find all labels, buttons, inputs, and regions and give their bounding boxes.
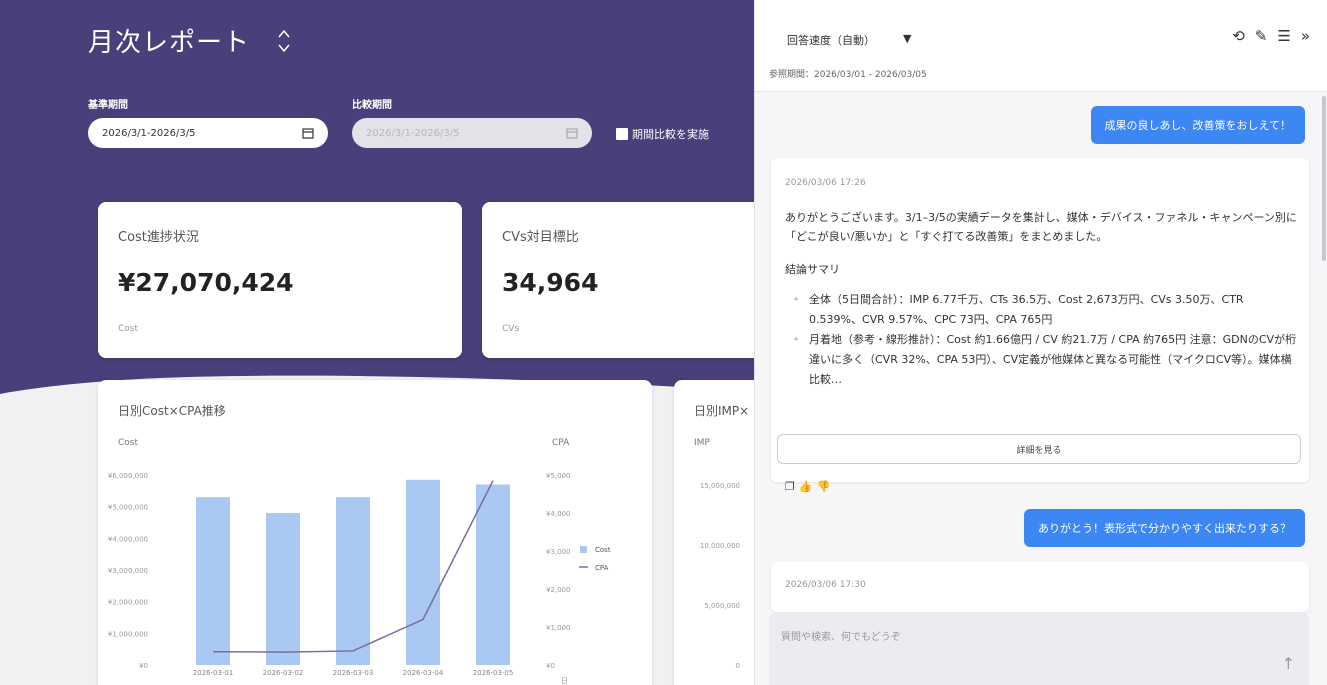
- base-period-value: 2026/3/1-2026/3/5: [102, 127, 196, 139]
- calendar-icon[interactable]: [302, 127, 314, 139]
- edit-icon[interactable]: ✎: [1255, 28, 1268, 44]
- ai-response-card: 2026/03/06 17:30: [771, 562, 1309, 612]
- cost-bar: [476, 484, 510, 665]
- imp-axis-tick: 10,000,000: [700, 542, 740, 550]
- calendar-icon: [566, 128, 578, 139]
- header-icon-group: ⟲ ✎ ☰ »: [1232, 28, 1310, 44]
- dashboard: 月次レポート 基準期間 2026/3/1-2026/3/5 比較期間 2026/…: [0, 0, 760, 685]
- compare-checkbox-label: 期間比較を実施: [632, 128, 709, 141]
- imp-axis-tick: 15,000,000: [700, 482, 740, 490]
- compare-period-label: 比較期間: [352, 100, 392, 111]
- base-period-input[interactable]: 2026/3/1-2026/3/5: [88, 118, 328, 148]
- user-message: 成果の良しあし、改善策をおしえて！: [1090, 106, 1305, 144]
- kpi-unit: Cost: [118, 324, 139, 334]
- speed-select[interactable]: 回答速度（自動） ▼: [787, 32, 911, 48]
- chat-input-placeholder: 質問や検索、何でもどうぞ: [781, 632, 901, 643]
- message-timestamp: 2026/03/06 17:26: [785, 178, 866, 188]
- cost-bar: [266, 513, 300, 665]
- filter-icon[interactable]: ☰: [1277, 28, 1290, 44]
- legend-cost-swatch: [580, 546, 587, 553]
- view-details-button[interactable]: 詳細を見る: [777, 434, 1301, 464]
- send-icon[interactable]: ↑: [1282, 654, 1295, 673]
- kpi-title: CVs対目標比: [502, 230, 579, 245]
- ai-response-intro: ありがとうございます。3/1–3/5の実績データを集計し、媒体・デバイス・ファネ…: [785, 211, 1297, 243]
- chat-panel: 回答速度（自動） ▼ 参照期間：2026/03/01 - 2026/03/05 …: [754, 0, 1327, 685]
- right-axis-tick: ¥1,000: [546, 624, 571, 632]
- chat-input-box[interactable]: 質問や検索、何でもどうぞ ↑: [769, 612, 1309, 685]
- collapse-icon[interactable]: »: [1301, 28, 1310, 44]
- scrollbar[interactable]: [1322, 96, 1326, 261]
- kpi-value: ¥27,070,424: [118, 268, 294, 297]
- copy-icon[interactable]: ❐: [785, 480, 795, 493]
- kpi-card-cost: Cost進捗状況 ¥27,070,424 Cost: [98, 202, 462, 358]
- cost-bar: [196, 497, 230, 665]
- x-axis-tick: 2026-03-05: [473, 669, 514, 677]
- list-item: 月着地（参考・線形推計）：Cost 約1.66億円 / CV 約21.7万 / …: [787, 330, 1297, 390]
- left-axis-tick: ¥5,000,000: [108, 504, 148, 512]
- left-axis-tick: ¥1,000,000: [108, 630, 148, 638]
- right-axis-tick: ¥2,000: [546, 586, 571, 594]
- message-timestamp: 2026/03/06 17:30: [785, 580, 866, 590]
- cost-bar: [406, 479, 440, 665]
- imp-axis-tick: 0: [736, 662, 740, 670]
- left-axis-tick: ¥2,000,000: [108, 599, 148, 607]
- summary-heading: 結論サマリ: [785, 263, 840, 276]
- compare-checkbox-wrap[interactable]: 期間比較を実施: [616, 126, 709, 142]
- compare-checkbox[interactable]: [616, 128, 628, 140]
- kpi-value: 34,964: [502, 268, 599, 297]
- history-icon[interactable]: ⟲: [1232, 28, 1245, 44]
- cost-cpa-chart: ¥0 ¥1,000,000 ¥2,000,000 ¥3,000,000 ¥4,000,0…: [108, 472, 611, 685]
- summary-list: 全体（5日間合計）：IMP 6.77千万、CTs 36.5万、Cost 2,67…: [787, 290, 1297, 390]
- imp-chart-card: 日別IMP× IMP 0 5,000,000 10,000,000 15,000,00…: [674, 380, 760, 685]
- left-axis-tick: ¥4,000,000: [108, 535, 148, 543]
- kpi-title: Cost進捗状況: [118, 230, 199, 245]
- right-axis-tick: ¥4,000: [546, 510, 571, 518]
- base-period-label: 基準期間: [88, 100, 128, 111]
- x-axis-tick: 2026-03-03: [333, 669, 374, 677]
- compare-period-value: 2026/3/1-2026/3/5: [366, 127, 460, 139]
- feedback-icons: ❐ 👍 👎: [785, 480, 830, 493]
- legend-cpa-label: CPA: [595, 564, 609, 572]
- sort-toggle-icon[interactable]: [274, 24, 294, 58]
- left-axis-tick: ¥0: [139, 662, 148, 670]
- left-axis-tick: ¥3,000,000: [108, 567, 148, 575]
- compare-period-input[interactable]: 2026/3/1-2026/3/5: [352, 118, 592, 148]
- list-item: 全体（5日間合計）：IMP 6.77千万、CTs 36.5万、Cost 2,67…: [787, 290, 1297, 330]
- legend-cost-label: Cost: [595, 546, 611, 554]
- thumbs-down-icon[interactable]: 👎: [817, 480, 831, 493]
- imp-chart: 0 5,000,000 10,000,000 15,000,000: [700, 482, 740, 670]
- x-axis-tick: 2026-03-02: [263, 669, 304, 677]
- dropdown-arrow-icon[interactable]: ▼: [903, 32, 911, 48]
- left-axis-tick: ¥6,000,000: [108, 472, 148, 480]
- imp-axis-tick: 5,000,000: [704, 602, 740, 610]
- chat-header: 回答速度（自動） ▼ 参照期間：2026/03/01 - 2026/03/05 …: [755, 0, 1327, 92]
- right-axis-tick: ¥3,000: [546, 548, 571, 556]
- speed-select-label: 回答速度（自動）: [787, 34, 875, 47]
- thumbs-up-icon[interactable]: 👍: [799, 480, 813, 493]
- cost-cpa-chart-card: 日別Cost×CPA推移 Cost CPA ¥0 ¥1,000,000 ¥2,000…: [98, 380, 652, 685]
- x-axis-tick: 2026-03-04: [403, 669, 444, 677]
- kpi-unit: CVs: [502, 324, 520, 334]
- cost-bar: [336, 497, 370, 665]
- page-title: 月次レポート: [88, 28, 251, 58]
- reference-period: 参照期間：2026/03/01 - 2026/03/05: [769, 70, 927, 80]
- user-message: ありがとう！表形式で分かりやすく出来たりする？: [1024, 509, 1305, 547]
- x-axis-tick: 2026-03-01: [193, 669, 234, 677]
- right-axis-tick: ¥5,000: [546, 472, 571, 480]
- right-axis-overflow-label: 日: [561, 677, 568, 685]
- kpi-card-cvs: CVs対目標比 34,964 CVs: [482, 202, 760, 358]
- right-axis-tick: ¥0: [546, 662, 555, 670]
